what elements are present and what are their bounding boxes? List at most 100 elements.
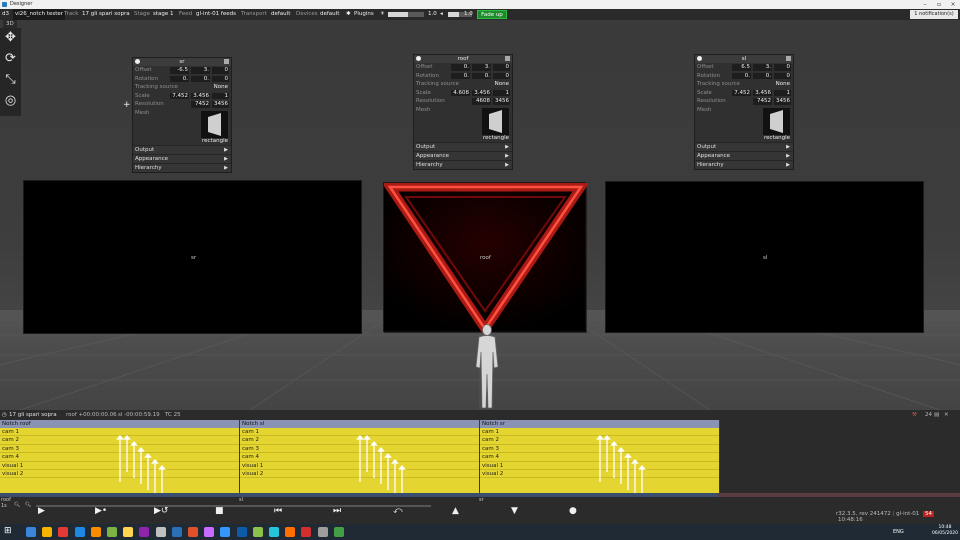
timeline-tools-icon[interactable]: ⚒ (912, 410, 917, 420)
folder-icon[interactable] (42, 527, 53, 537)
app-icon-9[interactable] (155, 527, 166, 537)
resolution-height[interactable]: 3456 (493, 98, 510, 105)
resolution-width[interactable]: 4608 (472, 98, 491, 105)
scale-field-1[interactable]: 3.456 (191, 92, 210, 99)
info-icon[interactable] (697, 56, 702, 61)
app-icon-15[interactable] (252, 527, 263, 537)
timeline-close-icon[interactable]: ✕ (944, 410, 949, 420)
plugins-menu[interactable]: Plugins (354, 9, 374, 20)
rotation-field-2[interactable]: 0 (774, 72, 791, 79)
scale-field-0[interactable]: 7.452 (170, 92, 189, 99)
timeline-block[interactable]: Notch sr cam 1 cam 2 cam 3 cam 4 visual 1 visu… (480, 420, 720, 493)
layers-icon[interactable]: ▤ (934, 410, 939, 420)
down-arrow-icon[interactable]: ▼ (511, 506, 518, 516)
explorer-icon[interactable] (26, 527, 36, 537)
play-loop-icon[interactable]: ▶↺ (154, 506, 168, 516)
panel-section-output[interactable]: Output ▶ (133, 144, 231, 154)
screen-sl[interactable]: sl (605, 181, 924, 333)
panel-section-output[interactable]: Output ▶ (414, 141, 512, 151)
rotation-field-1[interactable]: 0. (753, 72, 772, 79)
panel-header[interactable]: roof (414, 55, 512, 63)
info-icon[interactable] (135, 59, 140, 64)
chrome-icon[interactable] (58, 527, 69, 537)
scale-field-0[interactable]: 4.608 (451, 89, 470, 96)
zoom-in-icon[interactable]: 🔍︎ (25, 502, 31, 508)
resolution-height[interactable]: 3456 (774, 98, 791, 105)
move-icon[interactable]: ✥ (3, 30, 18, 45)
edge-icon[interactable] (74, 527, 85, 537)
rotation-field-2[interactable]: 0 (212, 75, 229, 82)
app-icon-7[interactable] (123, 527, 134, 537)
scale-field-0[interactable]: 7.452 (732, 89, 751, 96)
input-language[interactable]: ENG (893, 527, 904, 537)
panel-section-appearance[interactable]: Appearance ▶ (414, 150, 512, 160)
panel-section-hierarchy[interactable]: Hierarchy ▶ (414, 159, 512, 169)
illustrator-icon[interactable] (188, 527, 198, 537)
record-icon[interactable]: ● (569, 506, 577, 516)
transport-selector[interactable]: default (271, 9, 290, 20)
devices-selector[interactable]: default (320, 9, 339, 20)
panel-section-hierarchy[interactable]: Hierarchy ▶ (133, 162, 231, 172)
resolution-height[interactable]: 3456 (212, 101, 229, 108)
app-icon-18[interactable] (301, 527, 312, 537)
app-icon-8[interactable] (139, 527, 150, 537)
brightness-slider[interactable] (388, 12, 424, 17)
resolution-width[interactable]: 7452 (753, 98, 772, 105)
taskbar-clock[interactable]: 10:48 06/05/2020 (930, 525, 960, 537)
photoshop-icon[interactable] (236, 527, 247, 537)
scale-icon[interactable]: ⤡ (3, 72, 18, 87)
feed-selector[interactable]: gl-int-01 feeds (196, 9, 236, 20)
resolution-width[interactable]: 7452 (191, 101, 210, 108)
timeline-block[interactable]: Notch roof cam 1 cam 2 cam 3 cam 4 visual 1 vi… (0, 420, 240, 493)
notifications-button[interactable]: 1 notification(s) (910, 10, 958, 19)
close-icon[interactable]: × (946, 0, 960, 9)
info-icon[interactable] (416, 56, 421, 61)
track-selector[interactable]: 17 gli spari sopra (82, 9, 130, 20)
panel-section-output[interactable]: Output ▶ (695, 141, 793, 151)
offset-field-0[interactable]: 0. (451, 64, 470, 71)
rotation-field-0[interactable]: 0. (732, 72, 751, 79)
offset-field-1[interactable]: 3. (753, 64, 772, 71)
app-icon-17[interactable] (285, 527, 296, 537)
app-icon-10[interactable] (171, 527, 182, 537)
offset-field-2[interactable]: 0 (493, 64, 510, 71)
rotation-field-0[interactable]: 0. (451, 72, 470, 79)
3d-viewport[interactable]: 3D ✥ ⟳ ⤡ ◎ + sr roof sl sr Offset -6.5 3… (0, 20, 960, 410)
panel-section-hierarchy[interactable]: Hierarchy ▶ (695, 159, 793, 169)
globe-icon[interactable]: ◎ (3, 93, 18, 108)
scale-field-2[interactable]: 1 (774, 89, 791, 96)
scale-field-1[interactable]: 3.456 (753, 89, 772, 96)
offset-field-0[interactable]: -6.5 (170, 67, 189, 74)
panel-header[interactable]: sl (695, 55, 793, 63)
premiere-icon[interactable] (220, 527, 231, 537)
screen-sr[interactable]: sr (23, 180, 362, 334)
screen-roof[interactable]: roof (383, 182, 587, 333)
play-to-end-icon[interactable]: ▶• (95, 506, 107, 516)
minimize-icon[interactable]: – (918, 0, 932, 9)
scale-field-1[interactable]: 3.456 (472, 89, 491, 96)
timeline-block[interactable]: Notch sl cam 1 cam 2 cam 3 cam 4 visual 1 visu… (240, 420, 480, 493)
rotation-field-0[interactable]: 0. (170, 75, 189, 82)
tracking-value[interactable]: None (495, 80, 509, 89)
rotation-field-1[interactable]: 0. (191, 75, 210, 82)
return-icon[interactable]: ⤺ (393, 506, 403, 516)
next-section-icon[interactable]: ⏭ (333, 506, 341, 516)
app-icon-6[interactable] (107, 527, 117, 537)
aftereffects-icon[interactable] (204, 527, 215, 537)
rotation-field-2[interactable]: 0 (493, 72, 510, 79)
app-icon-20[interactable] (333, 527, 344, 537)
panel-section-appearance[interactable]: Appearance ▶ (133, 153, 231, 163)
rotate-icon[interactable]: ⟳ (3, 51, 18, 66)
panel-header[interactable]: sr (133, 58, 231, 66)
scale-field-2[interactable]: 1 (493, 89, 510, 96)
rotation-field-1[interactable]: 0. (472, 72, 491, 79)
mesh-thumbnail[interactable] (201, 110, 228, 138)
offset-field-2[interactable]: 0 (774, 64, 791, 71)
tracking-value[interactable]: None (776, 80, 790, 89)
up-arrow-icon[interactable]: ▲ (452, 506, 459, 516)
mesh-thumbnail[interactable] (763, 107, 790, 135)
fade-up-button[interactable]: Fade up (477, 10, 507, 19)
stage-selector[interactable]: stage 1 (153, 9, 174, 20)
mesh-thumbnail[interactable] (482, 107, 509, 135)
previous-section-icon[interactable]: ⏮ (274, 506, 282, 516)
